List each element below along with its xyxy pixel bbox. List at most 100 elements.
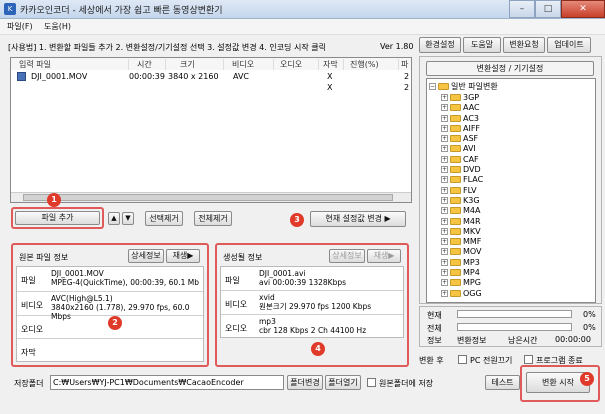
expand-icon[interactable]: + xyxy=(441,145,448,153)
expand-icon[interactable]: + xyxy=(441,279,448,287)
help-button[interactable]: 도움말 xyxy=(463,37,501,53)
tree-item[interactable]: + MP3 xyxy=(441,258,591,268)
expand-icon[interactable]: + xyxy=(441,238,448,246)
settings-button[interactable]: 환경설정 xyxy=(419,37,461,53)
expand-icon[interactable]: + xyxy=(441,135,448,143)
expand-icon[interactable]: + xyxy=(441,217,448,225)
col-extra[interactable]: 파 xyxy=(399,59,411,70)
menu-bar: 파일(F) 도움(H) xyxy=(0,19,605,35)
source-play-button[interactable]: 재생▶ xyxy=(166,249,200,263)
table-row[interactable]: X 2 xyxy=(11,82,411,93)
tree-item[interactable]: + MOV xyxy=(441,247,591,257)
expand-icon[interactable]: + xyxy=(441,227,448,235)
col-input-file[interactable]: 입력 파일 xyxy=(11,59,129,70)
tree-item-label: MMF xyxy=(463,237,482,247)
col-subtitle[interactable]: 자막 xyxy=(319,59,344,70)
tree-item[interactable]: + MMF xyxy=(441,237,591,247)
output-info-table: 파일 DJI_0001.avi avi 00:00:39 1328Kbps 비디… xyxy=(220,266,404,338)
expand-icon[interactable]: + xyxy=(441,94,448,101)
pc-shutdown-label: PC 전원끄기 xyxy=(470,356,513,365)
folder-icon xyxy=(450,104,461,112)
output-detail-button[interactable]: 상세정보 xyxy=(329,249,365,263)
pc-shutdown-checkbox[interactable] xyxy=(458,355,467,364)
col-video[interactable]: 비디오 xyxy=(224,59,274,70)
expand-icon[interactable]: + xyxy=(441,207,448,215)
file-list[interactable]: 입력 파일 시간 크기 비디오 오디오 자막 진행(%) 파 DJI_0001.… xyxy=(10,57,412,203)
source-row-file: 파일 DJI_0001.MOV MPEG-4(QuickTime), 00:00… xyxy=(17,267,203,292)
tree-item[interactable]: + AC3 xyxy=(441,114,591,124)
expand-icon[interactable]: + xyxy=(441,124,448,132)
tree-item[interactable]: + FLAC xyxy=(441,175,591,185)
remove-all-button[interactable]: 전체제거 xyxy=(194,211,232,226)
table-row[interactable]: DJI_0001.MOV 00:00:39 3840 x 2160 AVC X … xyxy=(11,71,411,82)
tree-item[interactable]: + M4A xyxy=(441,206,591,216)
folder-open-icon xyxy=(438,83,449,90)
tree-item[interactable]: + FLV xyxy=(441,186,591,196)
source-detail-button[interactable]: 상세정보 xyxy=(128,249,164,263)
output-play-button[interactable]: 재생▶ xyxy=(367,249,401,263)
same-folder-checkbox[interactable] xyxy=(367,378,376,387)
output-row-file: 파일 DJI_0001.avi avi 00:00:39 1328Kbps xyxy=(221,267,403,291)
tree-item[interactable]: + MPG xyxy=(441,278,591,288)
expand-icon[interactable]: + xyxy=(441,176,448,184)
request-button[interactable]: 변환요청 xyxy=(503,37,545,53)
tree-item[interactable]: + M4R xyxy=(441,217,591,227)
tree-item[interactable]: +3GP xyxy=(441,93,591,103)
tree-item-label: CAF xyxy=(463,154,479,164)
col-time[interactable]: 시간 xyxy=(129,59,166,70)
tree-item[interactable]: + CAF xyxy=(441,155,591,165)
expand-icon[interactable]: + xyxy=(441,155,448,163)
expand-icon[interactable]: + xyxy=(441,289,448,297)
scrollbar-thumb[interactable] xyxy=(23,194,393,201)
tree-item[interactable]: + DVD xyxy=(441,165,591,175)
expand-icon[interactable]: + xyxy=(441,196,448,204)
progress-group: 현재 0% 전체 0% 정보 변환정보 남은시간 00:00:00 xyxy=(419,306,602,347)
collapse-icon[interactable]: − xyxy=(429,83,436,90)
expand-icon[interactable]: + xyxy=(441,186,448,194)
settings-tree[interactable]: − 일반 파일변환 +3GP + AAC + AC3 + AIFF + ASF + AVI + CAF + D… xyxy=(426,78,596,303)
open-folder-button[interactable]: 폴더열기 xyxy=(325,375,361,390)
change-folder-button[interactable]: 폴더변경 xyxy=(287,375,323,390)
after-convert-label: 변환 후 xyxy=(419,356,444,365)
remove-selected-button[interactable]: 선택제거 xyxy=(145,211,183,226)
tree-item[interactable]: + AIFF xyxy=(441,124,591,134)
col-audio[interactable]: 오디오 xyxy=(274,59,319,70)
move-down-button[interactable]: ▼ xyxy=(122,212,134,225)
folder-icon xyxy=(450,289,461,297)
tree-item[interactable]: + AAC xyxy=(441,103,591,113)
save-folder-path[interactable]: C:₩Users₩YJ-PC1₩Documents₩CacaoEncoder xyxy=(50,375,284,390)
update-button[interactable]: 업데이트 xyxy=(547,37,591,53)
test-button[interactable]: 테스트 xyxy=(485,375,520,390)
tree-root[interactable]: − 일반 파일변환 xyxy=(429,82,498,92)
move-up-button[interactable]: ▲ xyxy=(108,212,120,225)
window-title: 카카오인코더 - 세상에서 가장 쉽고 빠른 동영상변환기 xyxy=(20,6,223,16)
apply-settings-button[interactable]: 현재 설정값 변경 ▶ xyxy=(310,211,406,227)
expand-icon[interactable]: + xyxy=(441,248,448,256)
menu-file[interactable]: 파일(F) xyxy=(7,21,33,32)
tree-item[interactable]: + MKV xyxy=(441,227,591,237)
col-progress[interactable]: 진행(%) xyxy=(344,59,399,70)
current-percent: 0% xyxy=(583,310,596,319)
add-file-button[interactable]: 파일 추가 xyxy=(15,211,100,225)
tree-item[interactable]: + OGG xyxy=(441,289,591,299)
tree-item[interactable]: + K3G xyxy=(441,196,591,206)
tree-item[interactable]: + ASF xyxy=(441,134,591,144)
row-video: AVC xyxy=(233,72,250,81)
folder-icon xyxy=(450,207,461,215)
close-button[interactable]: ✕ xyxy=(561,0,605,18)
menu-help[interactable]: 도움(H) xyxy=(44,21,71,32)
expand-icon[interactable]: + xyxy=(441,114,448,122)
expand-icon[interactable]: + xyxy=(441,258,448,266)
tree-item[interactable]: + MP4 xyxy=(441,268,591,278)
tree-item[interactable]: + AVI xyxy=(441,144,591,154)
folder-icon xyxy=(450,176,461,184)
col-size[interactable]: 크기 xyxy=(166,59,224,70)
horizontal-scrollbar[interactable] xyxy=(11,192,411,202)
exit-program-checkbox[interactable] xyxy=(524,355,533,364)
expand-icon[interactable]: + xyxy=(441,269,448,277)
expand-icon[interactable]: + xyxy=(441,166,448,174)
expand-icon[interactable]: + xyxy=(441,104,448,112)
tree-item-label: AIFF xyxy=(463,123,481,133)
maximize-button[interactable]: □ xyxy=(535,0,561,18)
minimize-button[interactable]: – xyxy=(509,0,535,18)
